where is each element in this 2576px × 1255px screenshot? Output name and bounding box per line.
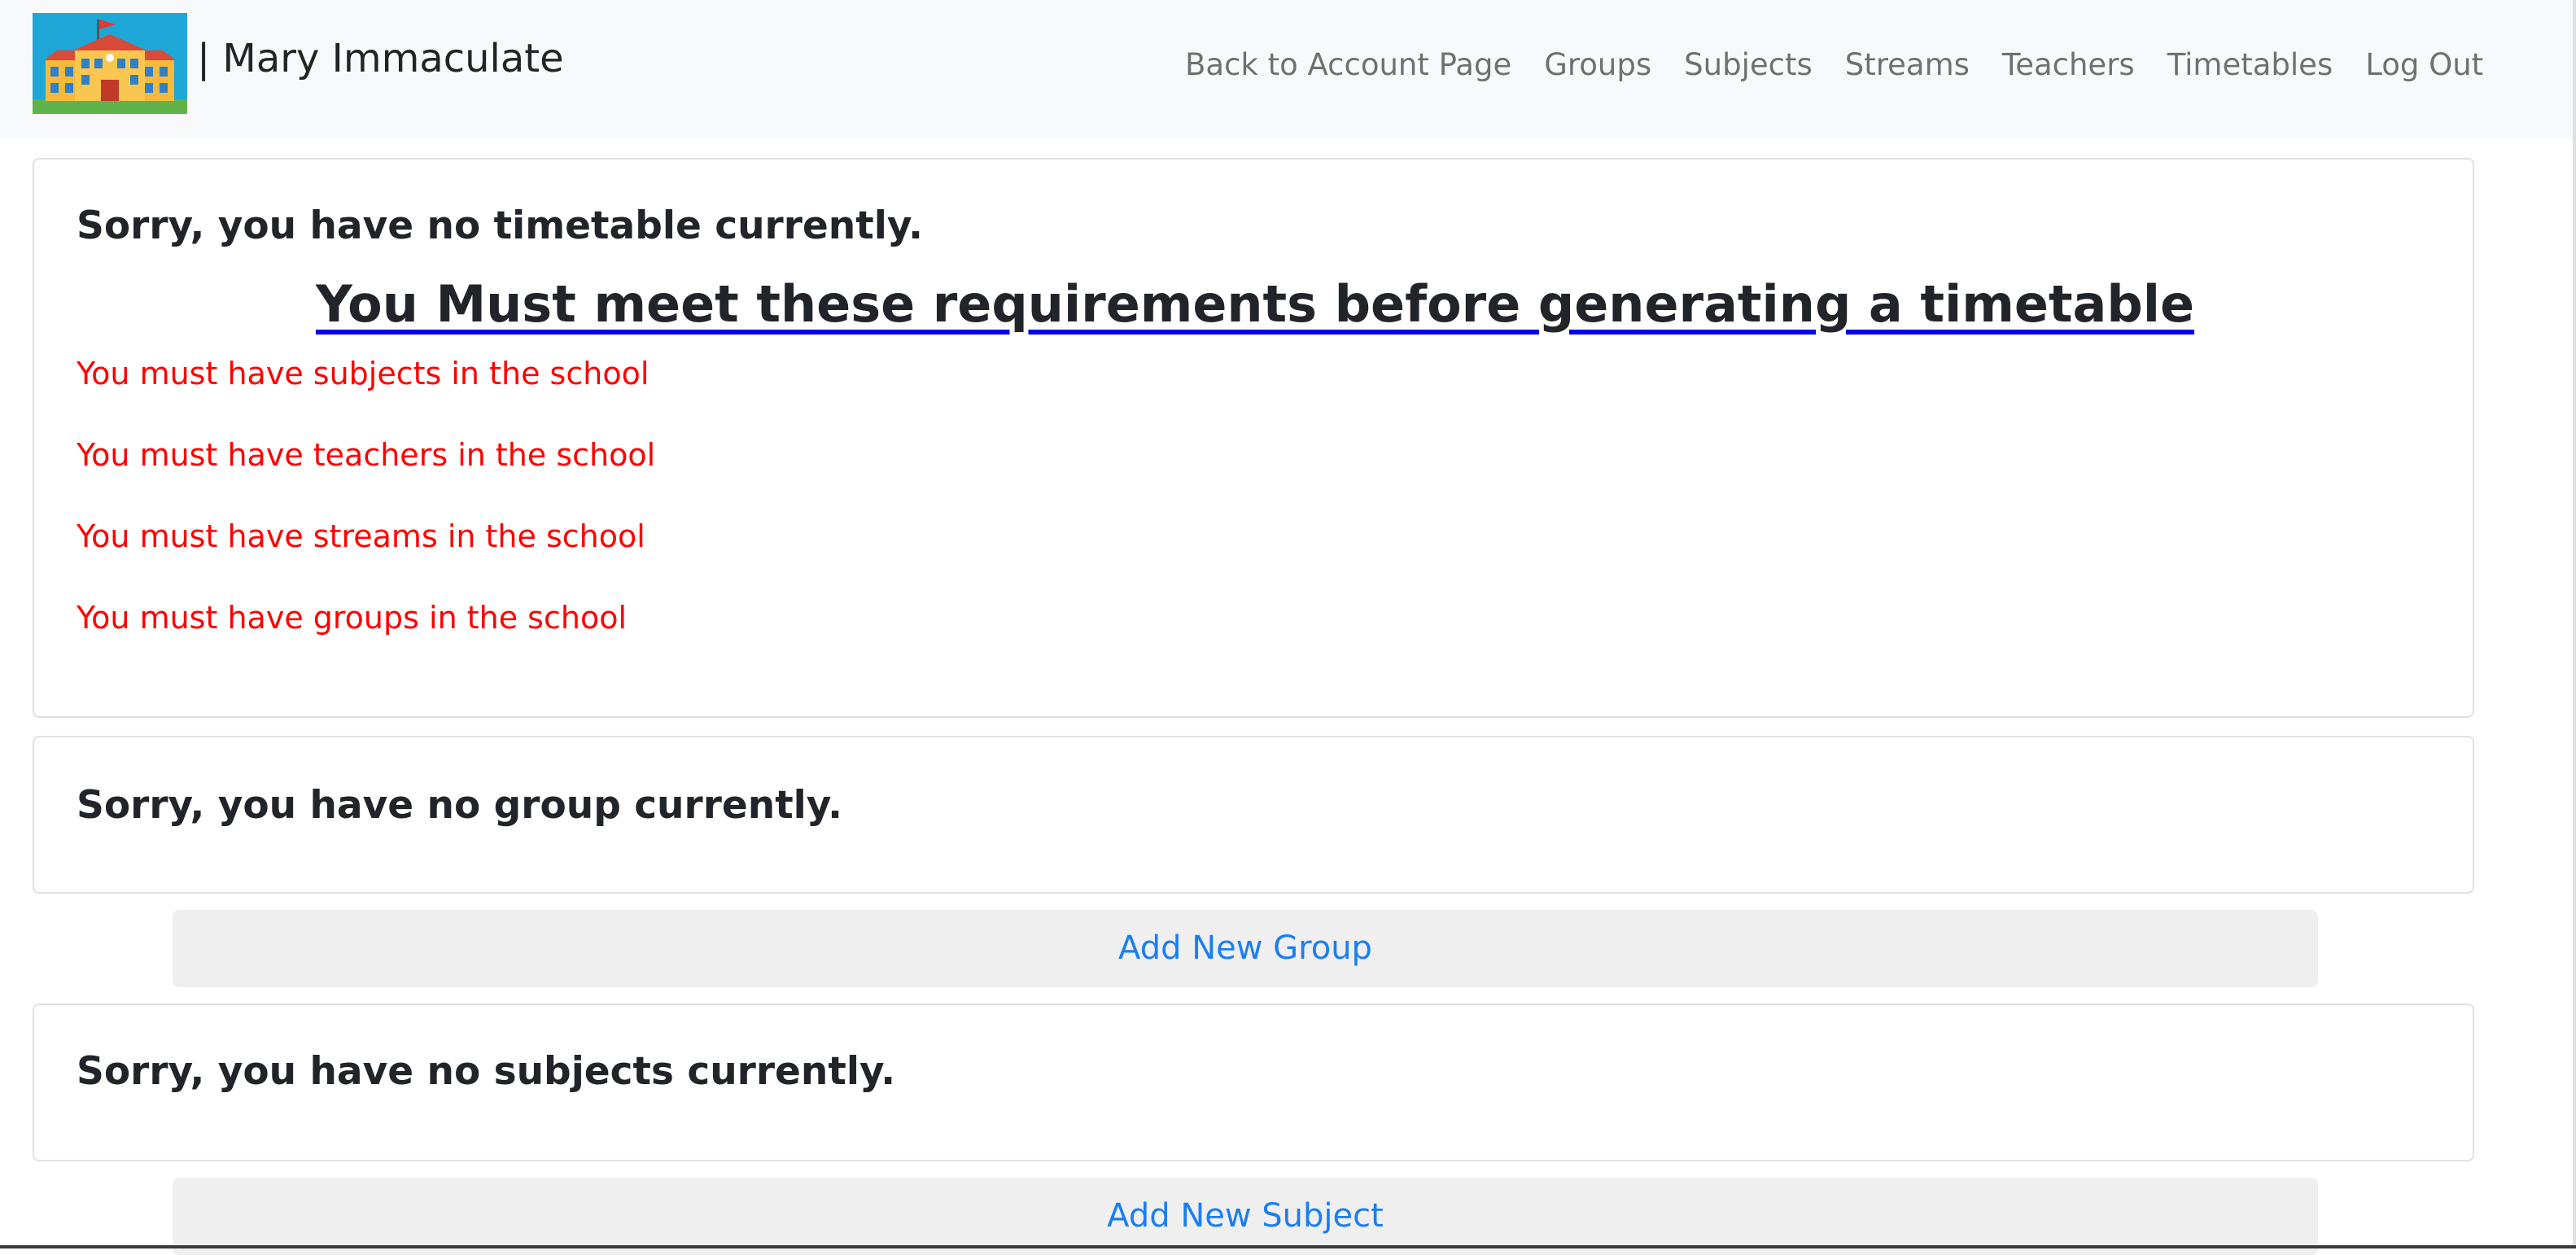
group-card-title: Sorry, you have no group currently.: [77, 783, 842, 828]
nav-subjects[interactable]: Subjects: [1684, 42, 1813, 88]
nav-links: Back to Account Page Groups Subjects Str…: [1185, 42, 2483, 88]
timetable-card-title: Sorry, you have no timetable currently.: [77, 203, 923, 248]
scrollbar[interactable]: [2573, 0, 2576, 1248]
timetable-card: Sorry, you have no timetable currently. …: [33, 158, 2474, 718]
nav-timetables[interactable]: Timetables: [2167, 42, 2333, 88]
school-building-icon[interactable]: [33, 13, 187, 114]
requirement-item: You must have streams in the school: [77, 518, 645, 554]
nav-teachers[interactable]: Teachers: [2002, 42, 2135, 88]
nav-streams[interactable]: Streams: [1845, 42, 1970, 88]
subject-card: Sorry, you have no subjects currently.: [33, 1004, 2474, 1161]
add-new-group-button[interactable]: Add New Group: [173, 910, 2318, 987]
requirement-item: You must have subjects in the school: [77, 356, 649, 391]
window-bottom-edge: [0, 1245, 2576, 1248]
requirement-item: You must have groups in the school: [77, 600, 628, 636]
top-navbar: | Mary Immaculate Back to Account Page G…: [0, 0, 2576, 139]
requirements-heading: You Must meet these requirements before …: [315, 274, 2195, 334]
add-new-subject-button[interactable]: Add New Subject: [173, 1178, 2318, 1255]
nav-log-out[interactable]: Log Out: [2365, 42, 2483, 88]
group-card: Sorry, you have no group currently.: [33, 736, 2474, 894]
nav-back-to-account[interactable]: Back to Account Page: [1185, 42, 1511, 88]
brand-name[interactable]: | Mary Immaculate: [197, 34, 564, 83]
requirement-item: You must have teachers in the school: [77, 437, 656, 473]
nav-groups[interactable]: Groups: [1544, 42, 1651, 88]
subject-card-title: Sorry, you have no subjects currently.: [77, 1049, 896, 1094]
